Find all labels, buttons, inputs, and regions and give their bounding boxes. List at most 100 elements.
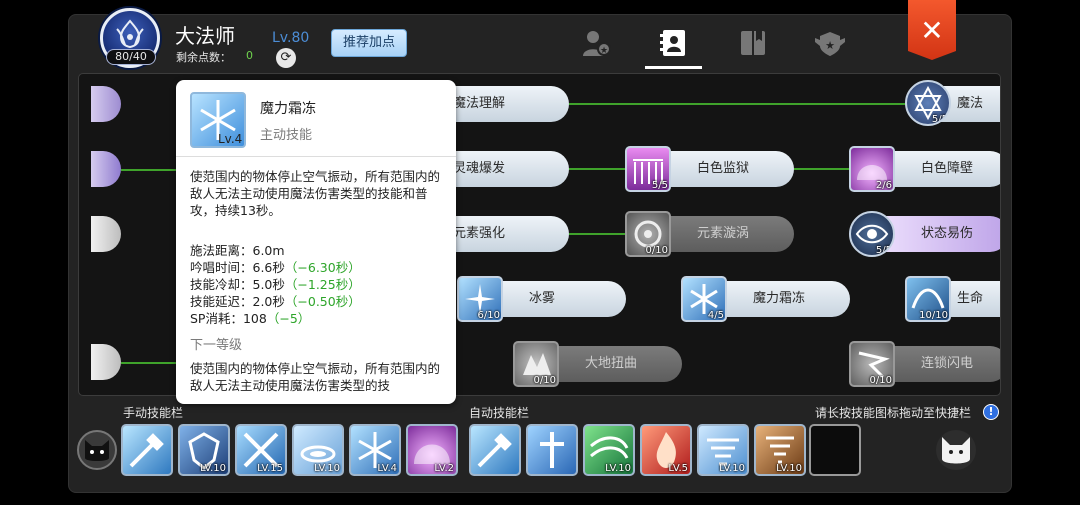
auto-slot-4[interactable]: LV.5	[640, 424, 692, 476]
skill-name: 魔力霜冻	[753, 291, 806, 306]
cat-face-icon	[942, 437, 970, 464]
skill-name: 连锁闪电	[921, 356, 974, 371]
tooltip-divider	[176, 156, 456, 157]
reset-points-button[interactable]: ⟳	[276, 48, 296, 68]
slot-level: LV.10	[314, 463, 340, 474]
tree-connector	[121, 169, 181, 171]
codex-icon	[741, 31, 765, 55]
auto-slot-2[interactable]	[526, 424, 578, 476]
tab-codex[interactable]	[736, 28, 770, 58]
tree-root-node	[91, 344, 121, 380]
skill-level: 5/5	[931, 114, 948, 125]
manual-slot-5[interactable]: LV.4	[349, 424, 401, 476]
player-level-badge: 80/40	[106, 49, 156, 65]
skill-level: 0/10	[645, 245, 668, 256]
tree-connector	[121, 362, 181, 364]
manual-bar-label: 手动技能栏	[123, 406, 184, 420]
skill-name: 大地扭曲	[585, 356, 638, 371]
skill-icon-white-prison[interactable]: 5/5	[625, 146, 671, 192]
slot-level: LV.4	[377, 463, 397, 474]
slot-level: LV.10	[776, 463, 802, 474]
badge-icon: ★	[815, 32, 845, 56]
auto-slot-empty[interactable]	[809, 424, 861, 476]
stat-bonus: （−0.50秒）	[284, 294, 361, 309]
tree-connector	[569, 233, 629, 235]
skill-level: 5/5	[875, 245, 892, 256]
stat-label: 吟唱时间：6.6秒	[190, 260, 285, 275]
auto-slot-6[interactable]: LV.10	[754, 424, 806, 476]
remaining-points-label: 剩余点数：	[176, 51, 231, 64]
next-level-label: 下一等级	[190, 338, 243, 353]
auto-slot-1[interactable]	[469, 424, 521, 476]
character-level: Lv.80	[272, 30, 310, 46]
manual-slot-3[interactable]: LV.15	[235, 424, 287, 476]
recommend-points-button[interactable]: 推荐加点	[331, 29, 407, 57]
cat-face-icon	[85, 440, 109, 461]
tree-root-node	[91, 151, 121, 187]
skill-icon-white-barrier[interactable]: 2/6	[849, 146, 895, 192]
slot-level: LV.5	[668, 463, 688, 474]
skill-level: 0/10	[869, 375, 892, 386]
tooltip-description: 使范围内的物体停止空气振动，所有范围内的敌人无法主动使用魔法伤害类型的技能和普攻…	[190, 169, 441, 218]
skill-icon-ice-fog[interactable]: 6/10	[457, 276, 503, 322]
info-icon[interactable]: !	[983, 404, 999, 420]
ice-blade-icon	[129, 433, 164, 468]
skill-icon-mana-frost[interactable]: 4/5	[681, 276, 727, 322]
left-cat-button[interactable]	[77, 430, 117, 470]
close-button[interactable]: ✕	[908, 0, 956, 60]
manual-slot-2[interactable]: LV.10	[178, 424, 230, 476]
svg-text:★: ★	[825, 39, 835, 52]
skill-icon-magic[interactable]: 5/5	[905, 80, 951, 126]
skill-icon-status-vulnerable[interactable]: 5/5	[849, 211, 895, 257]
auto-slot-3[interactable]: LV.10	[583, 424, 635, 476]
tooltip-skill-name: 魔力霜冻	[260, 101, 316, 117]
manual-slot-1[interactable]	[121, 424, 173, 476]
auto-slot-5[interactable]: LV.10	[697, 424, 749, 476]
tree-connector	[569, 103, 909, 105]
slot-level: LV.2	[434, 463, 454, 474]
stat-bonus: （−6.30秒）	[284, 260, 361, 275]
holy-cross-icon	[540, 432, 564, 468]
manual-slot-6[interactable]: LV.2	[406, 424, 458, 476]
skill-name: 灵魂爆发	[453, 161, 506, 176]
skill-level: 10/10	[919, 310, 948, 321]
tooltip-skill-type: 主动技能	[260, 128, 313, 143]
drag-hint: 请长按技能图标拖动至快捷栏	[815, 406, 972, 420]
svg-text:★: ★	[600, 46, 608, 56]
skill-name: 元素漩涡	[697, 226, 750, 241]
close-icon: ✕	[920, 14, 944, 47]
manual-slot-4[interactable]: LV.10	[292, 424, 344, 476]
stat-label: SP消耗：108	[190, 311, 267, 326]
skill-level: 0/10	[533, 375, 556, 386]
tab-skills[interactable]	[657, 28, 691, 58]
slot-level: LV.10	[200, 463, 226, 474]
auto-bar-label: 自动技能栏	[469, 406, 530, 420]
skill-name: 生命	[957, 291, 984, 306]
skill-name: 魔法	[957, 96, 984, 111]
tab-emblem[interactable]: ★	[813, 28, 847, 58]
character-icon: ★	[583, 31, 611, 56]
skill-icon-element-vortex[interactable]: 0/10	[625, 211, 671, 257]
remaining-points-value: 0	[246, 49, 253, 62]
tab-character[interactable]: ★	[580, 28, 614, 58]
skill-icon-chain-lightning[interactable]: 0/10	[849, 341, 895, 387]
stat-label: 施法距离：6.0m	[190, 243, 285, 258]
stat-label: 技能冷却：5.0秒	[190, 277, 285, 292]
skill-name: 冰雾	[529, 291, 556, 306]
emblem-icon	[116, 19, 144, 49]
skill-icon-life[interactable]: 10/10	[905, 276, 951, 322]
class-name: 大法师	[175, 24, 235, 48]
skill-name: 状态易伤	[921, 226, 974, 241]
skill-icon-earth-twist[interactable]: 0/10	[513, 341, 559, 387]
stat-bonus: （−5）	[266, 311, 311, 326]
stat-bonus: （−1.25秒）	[284, 277, 361, 292]
tooltip-skill-level: Lv.4	[218, 132, 243, 146]
skill-name: 魔法理解	[453, 96, 506, 111]
ice-blade-icon	[477, 433, 512, 468]
skill-name: 白色障壁	[921, 161, 974, 176]
tree-root-node	[91, 216, 121, 252]
stat-sp-cost: SP消耗：108（−5）	[190, 308, 310, 327]
right-cat-button[interactable]	[936, 430, 976, 470]
skill-name: 元素强化	[453, 226, 506, 241]
slot-level: LV.10	[719, 463, 745, 474]
